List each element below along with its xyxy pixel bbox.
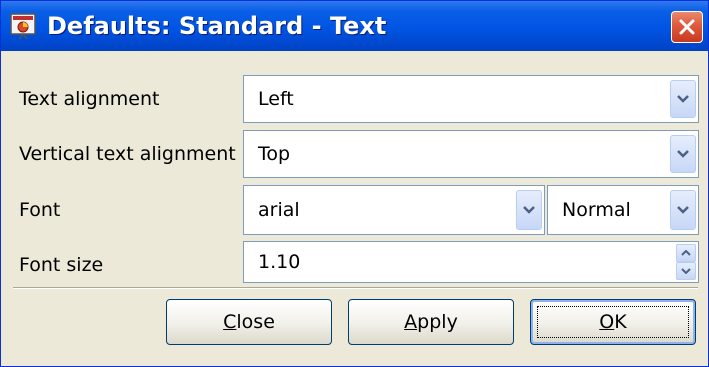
- font-size-label: Font size: [19, 254, 104, 276]
- separator: [13, 287, 698, 289]
- vertical-text-alignment-dropdown-button[interactable]: [670, 135, 696, 173]
- font-style-value: Normal: [562, 199, 631, 221]
- ok-button[interactable]: OK: [530, 299, 696, 345]
- chevron-down-icon: [677, 95, 689, 103]
- close-button[interactable]: Close: [166, 299, 332, 345]
- text-alignment-label: Text alignment: [19, 88, 160, 110]
- close-label-rest: lose: [236, 311, 275, 333]
- dialog-title: Defaults: Standard - Text: [47, 12, 387, 40]
- chevron-down-icon: [681, 268, 691, 274]
- close-x-icon: [679, 19, 695, 35]
- title-bar[interactable]: Defaults: Standard - Text: [1, 1, 708, 51]
- close-mnemonic: C: [223, 311, 237, 333]
- apply-label-rest: pply: [417, 311, 458, 333]
- font-style-dropdown-button[interactable]: [670, 190, 696, 230]
- vertical-text-alignment-select[interactable]: Top: [243, 130, 699, 178]
- vertical-text-alignment-label: Vertical text alignment: [19, 143, 236, 165]
- decrement-button[interactable]: [676, 262, 696, 280]
- font-style-select[interactable]: Normal: [547, 185, 699, 235]
- font-family-dropdown-button[interactable]: [516, 190, 542, 230]
- text-alignment-dropdown-button[interactable]: [670, 80, 696, 118]
- dialog-window: Defaults: Standard - Text Text alignment…: [0, 0, 709, 367]
- chevron-up-icon: [681, 250, 691, 256]
- text-alignment-value: Left: [258, 88, 294, 110]
- font-family-value: arial: [258, 199, 300, 221]
- font-size-value: 1.10: [258, 251, 301, 273]
- chevron-down-icon: [523, 206, 535, 214]
- chevron-down-icon: [677, 150, 689, 158]
- vertical-text-alignment-value: Top: [258, 143, 291, 165]
- font-label: Font: [19, 199, 61, 221]
- focus-ring: [537, 306, 689, 338]
- increment-button[interactable]: [676, 244, 696, 262]
- close-window-button[interactable]: [671, 11, 703, 43]
- apply-mnemonic: A: [404, 311, 418, 333]
- apply-button[interactable]: Apply: [348, 299, 514, 345]
- text-alignment-select[interactable]: Left: [243, 75, 699, 123]
- font-size-spinner[interactable]: 1.10: [243, 241, 699, 283]
- font-size-spin-buttons: [676, 244, 696, 280]
- presentation-app-icon: [10, 13, 36, 40]
- font-family-select[interactable]: arial: [243, 185, 545, 235]
- chevron-down-icon: [677, 206, 689, 214]
